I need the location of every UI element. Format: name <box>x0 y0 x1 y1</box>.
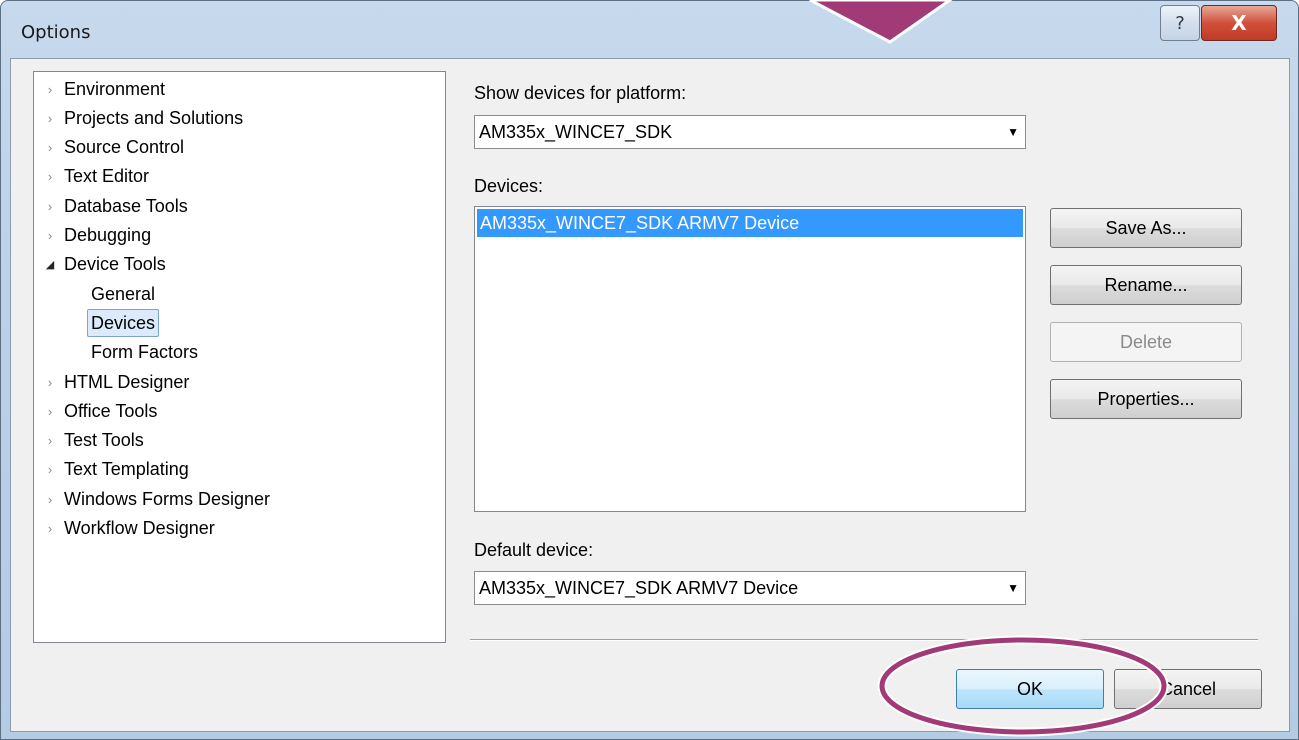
collapsed-chevron-icon[interactable]: › <box>40 375 60 390</box>
options-tree[interactable]: › Environment › Projects and Solutions › Sour… <box>33 71 446 643</box>
close-icon: X <box>1231 11 1247 35</box>
tree-item-text-templating[interactable]: › Text Templating <box>40 456 189 484</box>
devices-listbox[interactable]: AM335x_WINCE7_SDK ARMV7 Device <box>474 206 1026 512</box>
tree-item-debugging[interactable]: › Debugging <box>40 222 151 250</box>
help-button[interactable]: ? <box>1160 5 1200 41</box>
tree-item-label: Devices <box>87 309 160 338</box>
dropdown-arrow-icon[interactable]: ▼ <box>1007 116 1019 148</box>
tree-item-label: Form Factors <box>91 342 199 363</box>
properties-button[interactable]: Properties... <box>1050 379 1242 419</box>
save-as-button[interactable]: Save As... <box>1050 208 1242 248</box>
tree-item-label: Projects and Solutions <box>64 107 244 128</box>
collapsed-chevron-icon[interactable]: › <box>40 111 60 126</box>
collapsed-chevron-icon[interactable]: › <box>40 521 60 536</box>
collapsed-chevron-icon[interactable]: › <box>40 492 60 507</box>
tree-item-label: Device Tools <box>64 254 166 275</box>
default-device-combobox[interactable]: AM335x_WINCE7_SDK ARMV7 Device ▼ <box>474 571 1026 605</box>
tree-item-devices[interactable]: Devices <box>87 309 160 338</box>
tree-item-label: Debugging <box>64 225 152 245</box>
tree-item-office-tools[interactable]: › Office Tools <box>40 397 158 425</box>
platform-combobox[interactable]: AM335x_WINCE7_SDK ▼ <box>474 115 1026 149</box>
tree-item-form-factors[interactable]: Form Factors <box>91 339 198 367</box>
collapsed-chevron-icon[interactable]: › <box>40 433 60 448</box>
default-device-label: Default device: <box>474 540 594 560</box>
collapsed-chevron-icon[interactable]: › <box>40 199 60 214</box>
platform-label: Show devices for platform: <box>474 83 687 103</box>
tree-item-general[interactable]: General <box>91 280 155 308</box>
title-bar[interactable]: Options ? X <box>1 1 1298 57</box>
delete-button[interactable]: Delete <box>1050 322 1242 362</box>
tree-item-label: Environment <box>64 78 166 99</box>
tree-item-projects-and-solutions[interactable]: › Projects and Solutions <box>40 104 243 132</box>
rename-button[interactable]: Rename... <box>1050 265 1242 305</box>
collapsed-chevron-icon[interactable]: › <box>40 140 60 155</box>
tree-item-label: Source Control <box>64 137 185 158</box>
tree-item-label: Test Tools <box>64 430 144 451</box>
collapsed-chevron-icon[interactable]: › <box>40 82 60 97</box>
tree-item-label: HTML Designer <box>64 371 190 392</box>
collapsed-chevron-icon[interactable]: › <box>40 404 60 419</box>
tree-item-workflow-designer[interactable]: › Workflow Designer <box>40 515 215 543</box>
tree-item-label: Office Tools <box>64 400 158 421</box>
tree-item-windows-forms-designer[interactable]: › Windows Forms Designer <box>40 485 270 513</box>
help-icon: ? <box>1175 12 1185 34</box>
tree-item-test-tools[interactable]: › Test Tools <box>40 427 144 455</box>
expanded-chevron-icon[interactable]: ◢ <box>40 258 60 271</box>
close-button[interactable]: X <box>1201 5 1277 41</box>
annotation-ellipse-icon <box>877 635 1169 737</box>
tree-item-label: Windows Forms Designer <box>64 488 271 509</box>
tree-item-source-control[interactable]: › Source Control <box>40 134 184 162</box>
tree-item-environment[interactable]: › Environment <box>40 75 165 103</box>
dropdown-arrow-icon[interactable]: ▼ <box>1007 572 1019 604</box>
collapsed-chevron-icon[interactable]: › <box>40 169 60 184</box>
collapsed-chevron-icon[interactable]: › <box>40 462 60 477</box>
tree-item-text-editor[interactable]: › Text Editor <box>40 163 149 191</box>
tree-item-label: Workflow Designer <box>64 518 215 538</box>
tree-item-database-tools[interactable]: › Database Tools <box>40 192 188 220</box>
tree-item-label: Text Templating <box>64 459 189 480</box>
collapsed-chevron-icon[interactable]: › <box>40 228 60 243</box>
tree-item-html-designer[interactable]: › HTML Designer <box>40 368 190 396</box>
tree-item-device-tools[interactable]: ◢ Device Tools <box>40 251 166 279</box>
device-list-item[interactable]: AM335x_WINCE7_SDK ARMV7 Device <box>477 209 1023 237</box>
platform-value: AM335x_WINCE7_SDK <box>479 121 673 142</box>
tree-item-label: Text Editor <box>64 166 150 187</box>
tree-item-label: General <box>91 283 156 304</box>
annotation-arrow-icon <box>809 0 953 44</box>
devices-label: Devices: <box>474 176 544 196</box>
default-device-value: AM335x_WINCE7_SDK ARMV7 Device <box>479 577 799 598</box>
window-title: Options <box>21 22 91 43</box>
tree-item-label: Database Tools <box>64 195 188 216</box>
